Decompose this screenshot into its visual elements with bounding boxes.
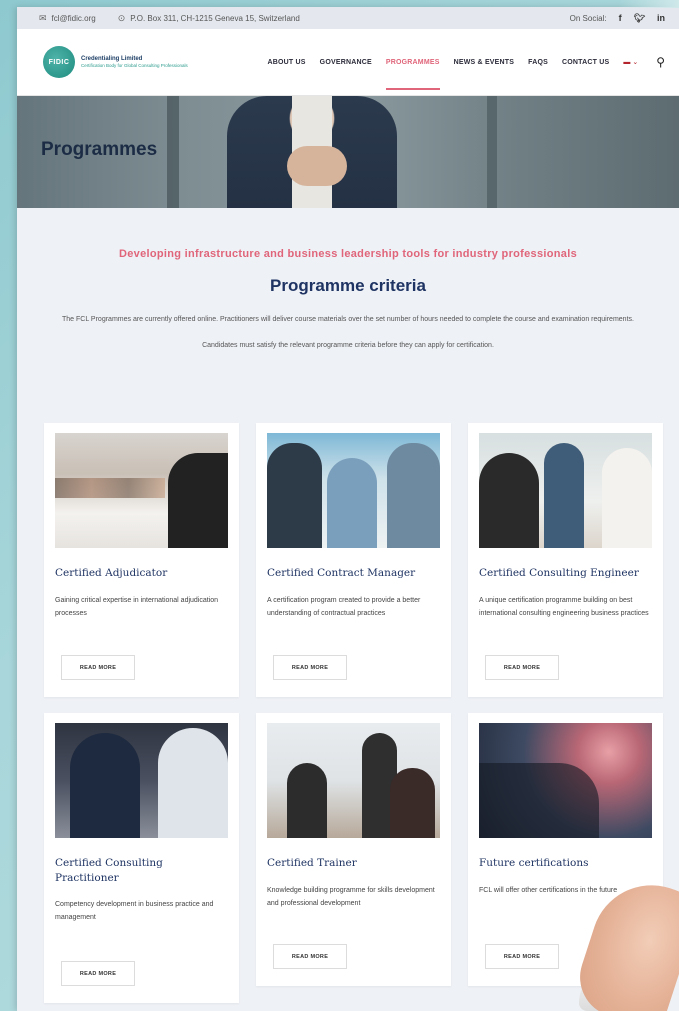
section-title: Programme criteria — [270, 276, 426, 295]
card-image — [267, 433, 440, 548]
read-more-button[interactable]: READ MORE — [485, 944, 559, 969]
card-image — [267, 723, 440, 838]
address: ⊙ P.O. Box 311, CH-1215 Geneva 15, Switz… — [118, 13, 300, 24]
card-text: Knowledge building programme for skills … — [267, 886, 435, 907]
description: The FCL Programmes are currently offered… — [62, 316, 634, 323]
card-certified-trainer: Certified Trainer Knowledge building pro… — [256, 713, 451, 986]
nav-governance[interactable]: GOVERNANCE — [320, 59, 372, 66]
window-frame — [487, 96, 497, 208]
card-certified-contract-manager: Certified Contract Manager A certificati… — [256, 423, 451, 697]
nav-programmes[interactable]: PROGRAMMES — [385, 59, 440, 90]
programme-cards: Certified Adjudicator Gaining critical e… — [44, 423, 663, 1003]
card-title[interactable]: Certified Adjudicator — [55, 566, 228, 581]
site-logo[interactable]: FIDIC Credentialing Limited Certificatio… — [43, 46, 188, 78]
nav-about-us[interactable]: ABOUT US — [268, 59, 306, 66]
card-image — [55, 723, 228, 838]
logo-name: Credentialing Limited — [81, 55, 143, 62]
card-title[interactable]: Certified Contract Manager — [267, 566, 440, 581]
read-more-button[interactable]: READ MORE — [61, 961, 135, 986]
linkedin-icon[interactable]: in — [657, 13, 665, 23]
nav-news-events[interactable]: NEWS & EVENTS — [454, 59, 515, 66]
card-text: Gaining critical expertise in internatio… — [55, 596, 219, 617]
card-image — [55, 433, 228, 548]
card-text: A unique certification programme buildin… — [479, 596, 649, 617]
window-frame — [167, 96, 179, 208]
globe-logo-icon: FIDIC — [43, 46, 75, 78]
social-links: On Social: f 🐦︎ in — [570, 13, 665, 24]
nav-faqs[interactable]: FAQS — [528, 59, 548, 66]
card-title[interactable]: Certified Consulting Engineer — [479, 566, 652, 581]
twitter-icon[interactable]: 🐦︎ — [634, 13, 645, 24]
email-link[interactable]: ✉ fcl@fidic.org — [39, 13, 96, 24]
criteria-note: Candidates must satisfy the relevant pro… — [202, 342, 494, 350]
menu: ABOUT US GOVERNANCE PROGRAMMES NEWS & EV… — [268, 55, 665, 90]
top-bar: ✉ fcl@fidic.org ⊙ P.O. Box 311, CH-1215 … — [17, 7, 679, 29]
read-more-button[interactable]: READ MORE — [61, 655, 135, 680]
card-text: Competency development in business pract… — [55, 901, 214, 922]
card-certified-consulting-practitioner: Certified Consulting Practitioner Compet… — [44, 713, 239, 1003]
address-text: P.O. Box 311, CH-1215 Geneva 15, Switzer… — [130, 13, 300, 23]
envelope-icon: ✉ — [39, 12, 47, 23]
hero-banner: Programmes — [17, 96, 679, 208]
email-text: fcl@fidic.org — [51, 13, 96, 23]
card-title[interactable]: Future certifications — [479, 856, 652, 871]
card-title[interactable]: Certified Consulting Practitioner — [55, 856, 228, 885]
card-certified-consulting-engineer: Certified Consulting Engineer A unique c… — [468, 423, 663, 697]
card-image — [479, 433, 652, 548]
card-image — [479, 723, 652, 838]
tagline: Developing infrastructure and business l… — [119, 248, 577, 260]
card-title[interactable]: Certified Trainer — [267, 856, 440, 871]
read-more-button[interactable]: READ MORE — [273, 655, 347, 680]
read-more-button[interactable]: READ MORE — [273, 944, 347, 969]
location-pin-icon: ⊙ — [117, 12, 126, 23]
logo-tagline: Certification Body for Global Consulting… — [81, 62, 188, 68]
page-title: Programmes — [41, 139, 158, 160]
language-flag-dropdown[interactable]: ▬ ⌄ — [623, 58, 638, 66]
intro-section: Developing infrastructure and business l… — [17, 208, 679, 349]
search-icon[interactable]: ⚲ — [656, 55, 665, 69]
read-more-button[interactable]: READ MORE — [485, 655, 559, 680]
card-certified-adjudicator: Certified Adjudicator Gaining critical e… — [44, 423, 239, 697]
main-navigation: FIDIC Credentialing Limited Certificatio… — [17, 29, 679, 96]
social-label: On Social: — [569, 13, 607, 23]
webpage: ✉ fcl@fidic.org ⊙ P.O. Box 311, CH-1215 … — [17, 7, 679, 1011]
nav-contact-us[interactable]: CONTACT US — [562, 59, 609, 66]
facebook-icon[interactable]: f — [619, 13, 622, 23]
card-text: A certification program created to provi… — [267, 596, 421, 617]
